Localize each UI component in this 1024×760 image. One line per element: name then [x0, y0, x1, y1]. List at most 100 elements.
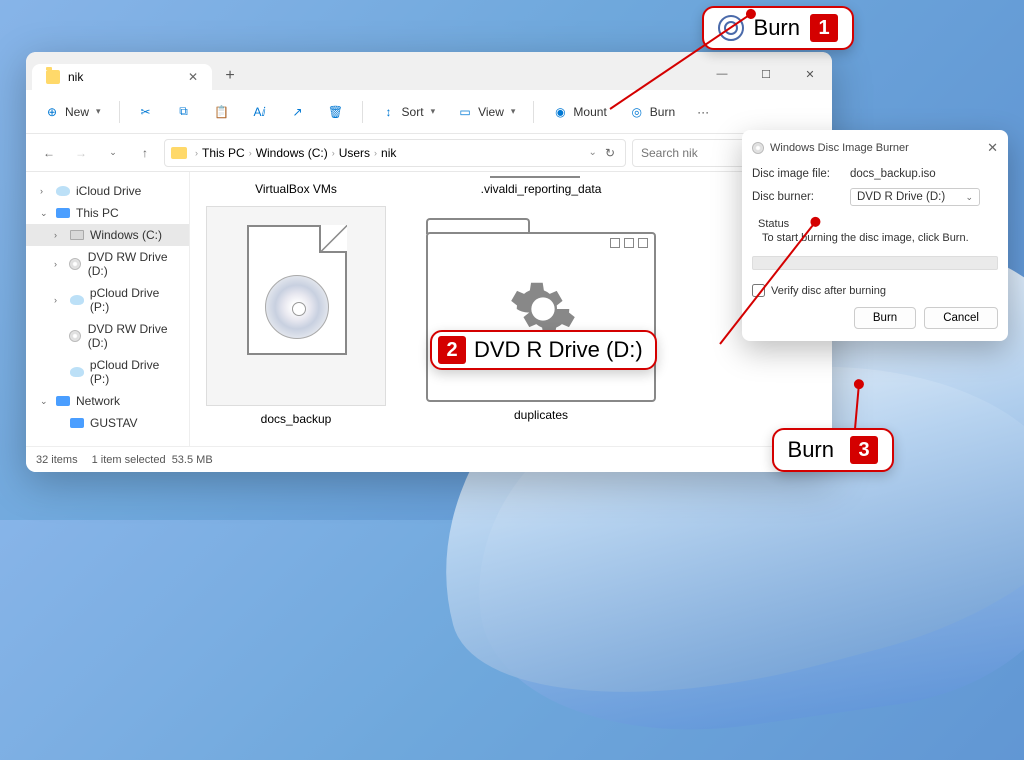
iso-thumbnail: [206, 206, 386, 406]
drive-icon: [70, 228, 84, 242]
nav-item[interactable]: ›pCloud Drive (P:): [26, 282, 189, 318]
maximize-button[interactable]: ☐: [744, 58, 788, 90]
mount-button[interactable]: ◉ Mount: [544, 99, 614, 125]
disc-icon: [752, 142, 764, 154]
nav-item[interactable]: › Windows (C:): [26, 224, 189, 246]
crumb[interactable]: Windows (C:): [256, 146, 328, 160]
back-button[interactable]: ←: [36, 140, 62, 166]
cloud-icon: [70, 365, 84, 379]
callout-2: 2 DVD R Drive (D:): [430, 330, 657, 370]
item-count: 32 items: [36, 454, 78, 466]
expand-chevron-icon[interactable]: ⌄: [40, 208, 50, 219]
crumb[interactable]: Users: [339, 146, 370, 160]
status-text: To start burning the disc image, click B…: [754, 230, 996, 250]
delete-button[interactable]: 🗑: [320, 99, 352, 125]
file-item-duplicates[interactable]: .vivaldi_reporting_data duplicates: [426, 182, 656, 422]
toolbar: ⊕ New ▾ ✂ ⧉ 📋 Aⅈ ↗ 🗑 ↕ Sort ▾ ▭ View ▾ ◉…: [26, 90, 832, 134]
burn-icon: ◎: [629, 104, 645, 120]
nav-label: Windows (C:): [90, 228, 162, 242]
selection-info: 1 item selected 53.5 MB: [92, 454, 213, 466]
disc-image-value: docs_backup.iso: [850, 168, 936, 180]
rename-icon: Aⅈ: [252, 104, 268, 120]
share-button[interactable]: ↗: [282, 99, 314, 125]
nav-item[interactable]: GUSTAV: [26, 412, 189, 434]
crumb[interactable]: nik: [381, 146, 396, 160]
cancel-button[interactable]: Cancel: [924, 307, 998, 329]
step-badge-1: 1: [810, 14, 838, 42]
paste-button[interactable]: 📋: [206, 99, 238, 125]
crumb[interactable]: This PC: [202, 146, 245, 160]
nav-label: pCloud Drive (P:): [90, 358, 181, 386]
address-bar: ← → ⌄ ↑ › This PC› Windows (C:)› Users› …: [26, 134, 832, 172]
nav-label: This PC: [76, 206, 119, 220]
pc-icon: [56, 206, 70, 220]
burn-button[interactable]: Burn: [854, 307, 916, 329]
nav-item[interactable]: › DVD RW Drive (D:): [26, 246, 189, 282]
nav-item[interactable]: ⌄ Network: [26, 390, 189, 412]
disc-image-label: Disc image file:: [752, 168, 840, 180]
burn-toolbar-button[interactable]: ◎ Burn: [621, 99, 683, 125]
nav-label: DVD RW Drive (D:): [88, 250, 181, 278]
item-label: duplicates: [514, 408, 568, 422]
nav-item[interactable]: ›iCloud Drive: [26, 180, 189, 202]
chevron-down-icon: ▾: [511, 106, 516, 117]
nav-item[interactable]: DVD RW Drive (D:): [26, 318, 189, 354]
disc-burner-select[interactable]: DVD R Drive (D:) ⌄: [850, 188, 980, 206]
cut-button[interactable]: ✂: [130, 99, 162, 125]
item-label: VirtualBox VMs: [255, 182, 337, 196]
nav-item[interactable]: pCloud Drive (P:): [26, 354, 189, 390]
expand-chevron-icon[interactable]: ›: [40, 186, 50, 196]
disc-burner-dialog: Windows Disc Image Burner ✕ Disc image f…: [742, 130, 1008, 341]
pc-icon: [70, 416, 84, 430]
copy-button[interactable]: ⧉: [168, 99, 200, 125]
folder-icon: [171, 147, 187, 159]
chevron-down-icon: ▾: [96, 106, 101, 117]
nav-label: Network: [76, 394, 120, 408]
chevron-down-icon: ▾: [431, 106, 436, 117]
close-dialog-button[interactable]: ✕: [987, 140, 998, 156]
disc-icon: [69, 329, 82, 343]
new-button[interactable]: ⊕ New ▾: [36, 99, 109, 125]
close-window-button[interactable]: ✕: [788, 58, 832, 90]
net-icon: [56, 394, 70, 408]
step-badge-3: 3: [850, 436, 878, 464]
trash-icon: 🗑: [328, 104, 344, 120]
new-tab-button[interactable]: +: [216, 62, 244, 90]
chevron-down-icon[interactable]: ⌄: [589, 147, 597, 158]
expand-chevron-icon[interactable]: ›: [54, 295, 64, 305]
nav-label: DVD RW Drive (D:): [88, 322, 181, 350]
item-label: docs_backup: [261, 412, 332, 426]
tab-bar: nik ✕ + — ☐ ✕: [26, 52, 832, 90]
expand-chevron-icon[interactable]: ⌄: [40, 396, 50, 407]
tab-title: nik: [68, 70, 83, 84]
view-button[interactable]: ▭ View ▾: [449, 99, 523, 125]
tab-nik[interactable]: nik ✕: [32, 64, 212, 90]
folder-thumbnail: [426, 232, 656, 402]
sort-button[interactable]: ↕ Sort ▾: [373, 99, 444, 125]
dialog-title: Windows Disc Image Burner: [770, 142, 909, 154]
nav-item[interactable]: ⌄ This PC: [26, 202, 189, 224]
verify-checkbox-row[interactable]: Verify disc after burning: [752, 278, 998, 307]
callout-3: Burn 3: [772, 428, 894, 472]
share-icon: ↗: [290, 104, 306, 120]
close-tab-icon[interactable]: ✕: [188, 70, 198, 84]
item-label: .vivaldi_reporting_data: [481, 182, 602, 196]
cloud-icon: [56, 184, 70, 198]
expand-chevron-icon[interactable]: ›: [54, 259, 63, 269]
callout-1: Burn 1: [702, 6, 854, 50]
refresh-icon[interactable]: ↻: [605, 146, 615, 160]
rename-button[interactable]: Aⅈ: [244, 99, 276, 125]
file-item-docs-backup[interactable]: VirtualBox VMs docs_backup: [206, 182, 386, 426]
nav-label: GUSTAV: [90, 416, 138, 430]
scissors-icon: ✂: [138, 104, 154, 120]
recent-button[interactable]: ⌄: [100, 140, 126, 166]
minimize-button[interactable]: —: [700, 58, 744, 90]
up-button[interactable]: ↑: [132, 140, 158, 166]
view-icon: ▭: [457, 104, 473, 120]
breadcrumb[interactable]: › This PC› Windows (C:)› Users› nik ⌄ ↻: [164, 139, 626, 167]
more-button[interactable]: ···: [689, 100, 717, 124]
nav-pane: ›iCloud Drive ⌄ This PC › Windows (C:) › DVD R…: [26, 172, 190, 446]
expand-chevron-icon[interactable]: ›: [54, 230, 64, 240]
status-label: Status: [754, 218, 996, 230]
forward-button[interactable]: →: [68, 140, 94, 166]
